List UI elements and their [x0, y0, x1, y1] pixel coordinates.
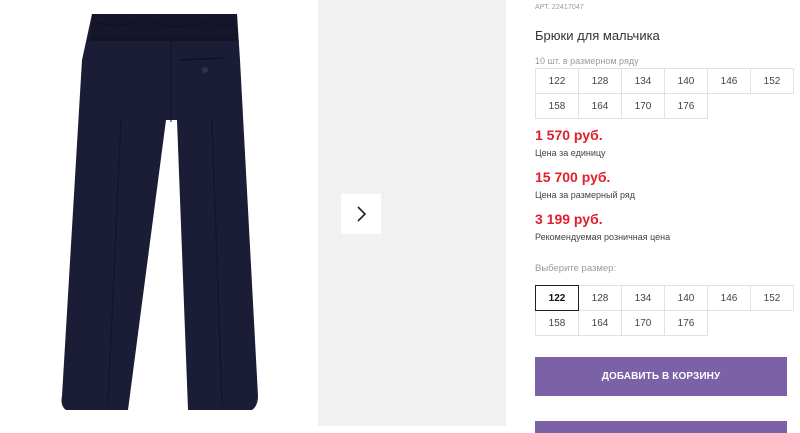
unit-price: 1 570 руб.	[535, 127, 603, 143]
size-range-grid: 122 128 134 140 146 152 158 164 170 176	[535, 68, 794, 119]
article-prefix: АРТ.	[535, 4, 550, 11]
size-option[interactable]: 140	[664, 285, 708, 311]
article-value: 22417047	[551, 4, 584, 11]
retail-price: 3 199 руб.	[535, 211, 603, 227]
size-range-cell: 152	[750, 68, 794, 94]
choose-size-label: Выберите размер:	[535, 263, 617, 274]
add-to-cart-button[interactable]: ДОБАВИТЬ В КОРЗИНУ	[535, 357, 787, 396]
size-range-cell: 134	[621, 68, 665, 94]
size-option[interactable]: 164	[578, 310, 622, 336]
pants-illustration	[61, 14, 258, 410]
size-range-cell: 128	[578, 68, 622, 94]
chevron-right-icon	[357, 206, 367, 222]
unit-price-label: Цена за единицу	[535, 148, 606, 158]
pack-note: 10 шт. в размерном ряду	[535, 56, 639, 66]
size-option[interactable]: 146	[707, 285, 751, 311]
secondary-button[interactable]	[535, 421, 787, 433]
size-option[interactable]: 176	[664, 310, 708, 336]
product-title: Брюки для мальчика	[535, 28, 660, 43]
range-price: 15 700 руб.	[535, 169, 611, 185]
size-option[interactable]: 158	[535, 310, 579, 336]
range-price-label: Цена за размерный ряд	[535, 190, 636, 200]
size-range-cell: 158	[535, 93, 579, 119]
size-option[interactable]: 152	[750, 285, 794, 311]
retail-price-label: Рекомендуемая розничная цена	[535, 232, 671, 242]
size-range-cell: 140	[664, 68, 708, 94]
article-number: АРТ. 22417047	[535, 4, 584, 11]
size-range-cell: 122	[535, 68, 579, 94]
size-range-cell: 170	[621, 93, 665, 119]
next-image-button[interactable]	[341, 194, 381, 234]
size-option[interactable]: 170	[621, 310, 665, 336]
size-option-selected[interactable]: 122	[535, 285, 579, 311]
size-option[interactable]: 128	[578, 285, 622, 311]
size-selector: 122 128 134 140 146 152 158 164 170 176	[535, 285, 794, 336]
size-range-cell: 176	[664, 93, 708, 119]
size-option[interactable]: 134	[621, 285, 665, 311]
size-range-cell: 146	[707, 68, 751, 94]
size-range-cell: 164	[578, 93, 622, 119]
product-image[interactable]	[0, 0, 318, 426]
